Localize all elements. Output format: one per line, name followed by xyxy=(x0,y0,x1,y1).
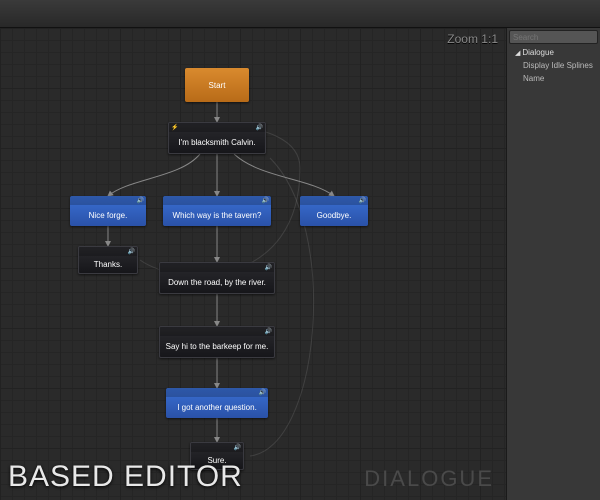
speaker-icon: 🔊 xyxy=(262,197,269,204)
tree-item-child[interactable]: Name xyxy=(507,72,600,85)
node-label: Thanks. xyxy=(79,256,137,273)
node-choice-nice-forge[interactable]: 🔊 Nice forge. xyxy=(70,196,146,226)
main-area: Zoom 1:1 xyxy=(0,28,600,500)
node-start[interactable]: Start xyxy=(185,68,249,102)
lightning-icon: ⚡ xyxy=(171,124,178,131)
search-input[interactable] xyxy=(509,30,598,44)
zoom-label: Zoom 1:1 xyxy=(447,32,498,46)
node-choice-another-question[interactable]: 🔊 I got another question. xyxy=(166,388,268,418)
node-npc-thanks[interactable]: 🔊 Thanks. xyxy=(78,246,138,274)
speaker-icon: 🔊 xyxy=(265,264,272,271)
node-npc-barkeep[interactable]: 🔊 Say hi to the barkeep for me. xyxy=(159,326,275,358)
speaker-icon: 🔊 xyxy=(259,389,266,396)
node-label: Goodbye. xyxy=(300,205,368,226)
node-choice-tavern[interactable]: 🔊 Which way is the tavern? xyxy=(163,196,271,226)
toolbar xyxy=(0,0,600,28)
speaker-icon: 🔊 xyxy=(234,444,241,451)
node-label: Nice forge. xyxy=(70,205,146,226)
node-label: Which way is the tavern? xyxy=(163,205,271,226)
watermark-title: BASED EDITOR xyxy=(8,460,243,494)
tree-item-dialogue[interactable]: Dialogue xyxy=(507,46,600,59)
node-label: I got another question. xyxy=(166,397,268,418)
node-label: Start xyxy=(185,68,249,102)
node-npc-directions[interactable]: 🔊 Down the road, by the river. xyxy=(159,262,275,294)
graph-canvas[interactable]: Zoom 1:1 xyxy=(0,28,506,500)
speaker-icon: 🔊 xyxy=(359,197,366,204)
node-label: Say hi to the barkeep for me. xyxy=(160,336,274,357)
inspector-panel: Dialogue Display Idle Splines Name xyxy=(506,28,600,500)
node-choice-goodbye[interactable]: 🔊 Goodbye. xyxy=(300,196,368,226)
speaker-icon: 🔊 xyxy=(265,328,272,335)
speaker-icon: 🔊 xyxy=(256,124,263,131)
speaker-icon: 🔊 xyxy=(128,248,135,255)
node-label: Down the road, by the river. xyxy=(160,272,274,293)
watermark-subtitle: DIALOGUE xyxy=(364,466,494,492)
speaker-icon: 🔊 xyxy=(137,197,144,204)
tree-item-child[interactable]: Display Idle Splines xyxy=(507,59,600,72)
node-npc-intro[interactable]: ⚡ 🔊 I'm blacksmith Calvin. xyxy=(168,122,266,154)
node-label: I'm blacksmith Calvin. xyxy=(169,132,265,153)
